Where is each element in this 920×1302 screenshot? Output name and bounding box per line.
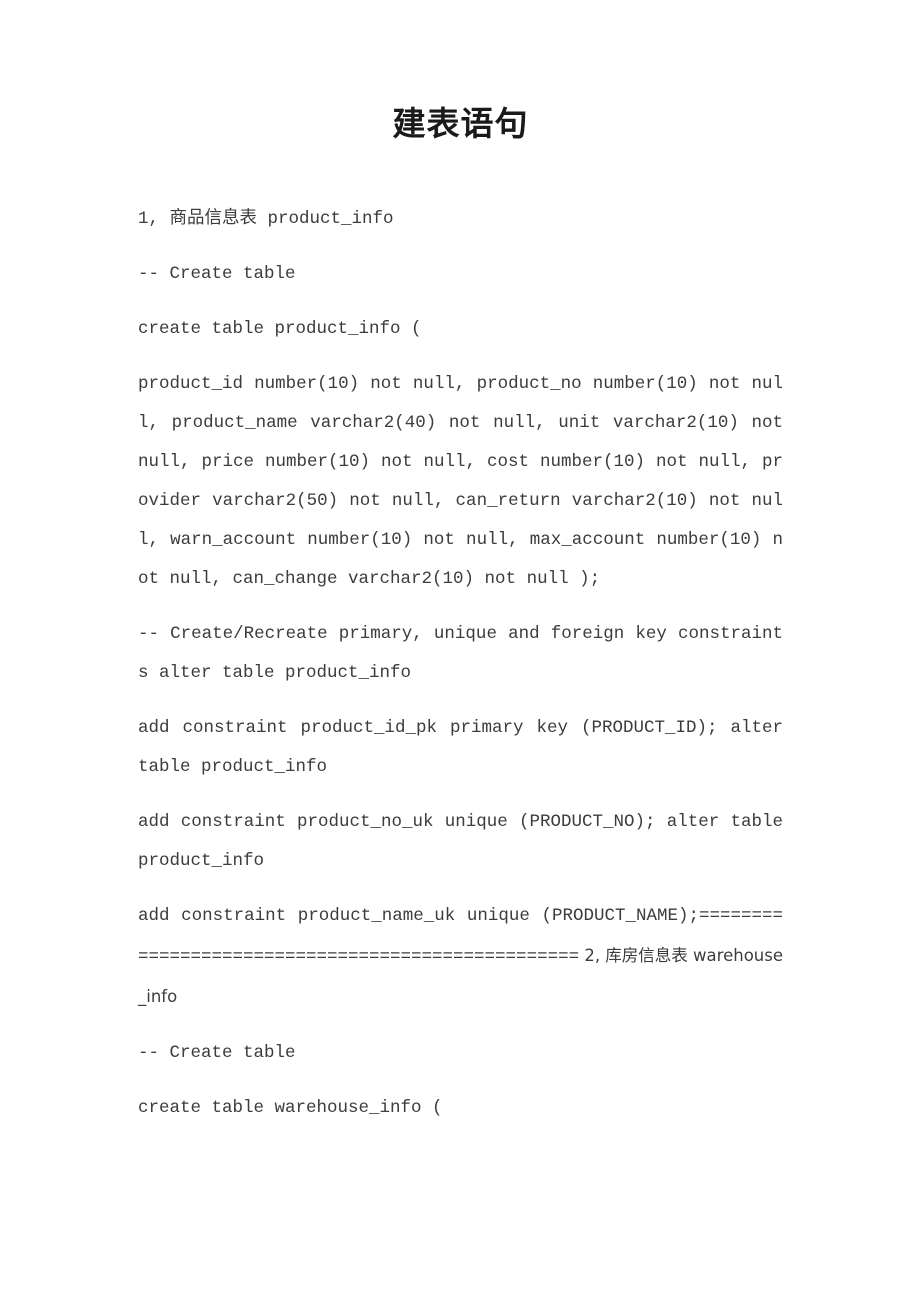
comment-create-table-2: -- Create table <box>138 1043 296 1063</box>
columns-definition-product-info: product_id number(10) not null, product_… <box>138 374 783 589</box>
create-table-statement-warehouse-info: create table warehouse_info ( <box>138 1098 443 1118</box>
page-title: 建表语句 <box>392 104 529 143</box>
document-content: 建表语句 1, 商品信息表 product_info -- Create tab… <box>138 0 783 1128</box>
comment-create-recreate-constraints: -- Create/Recreate primary, unique and f… <box>138 624 783 683</box>
constraint-product-id-pk: add constraint product_id_pk primary key… <box>138 718 783 777</box>
constraint-product-no-uk: add constraint product_no_uk unique (PRO… <box>138 812 783 871</box>
section-1-heading: 1, 商品信息表 product_info <box>138 209 394 229</box>
document-page: 建表语句 1, 商品信息表 product_info -- Create tab… <box>0 0 920 1302</box>
constraint-product-name-uk: add constraint product_name_uk unique (P… <box>138 897 783 1018</box>
create-table-statement-product-info: create table product_info ( <box>138 319 422 339</box>
constraint-product-name-uk-text: add constraint product_name_uk unique (P… <box>138 906 699 926</box>
comment-create-table-1: -- Create table <box>138 264 296 284</box>
